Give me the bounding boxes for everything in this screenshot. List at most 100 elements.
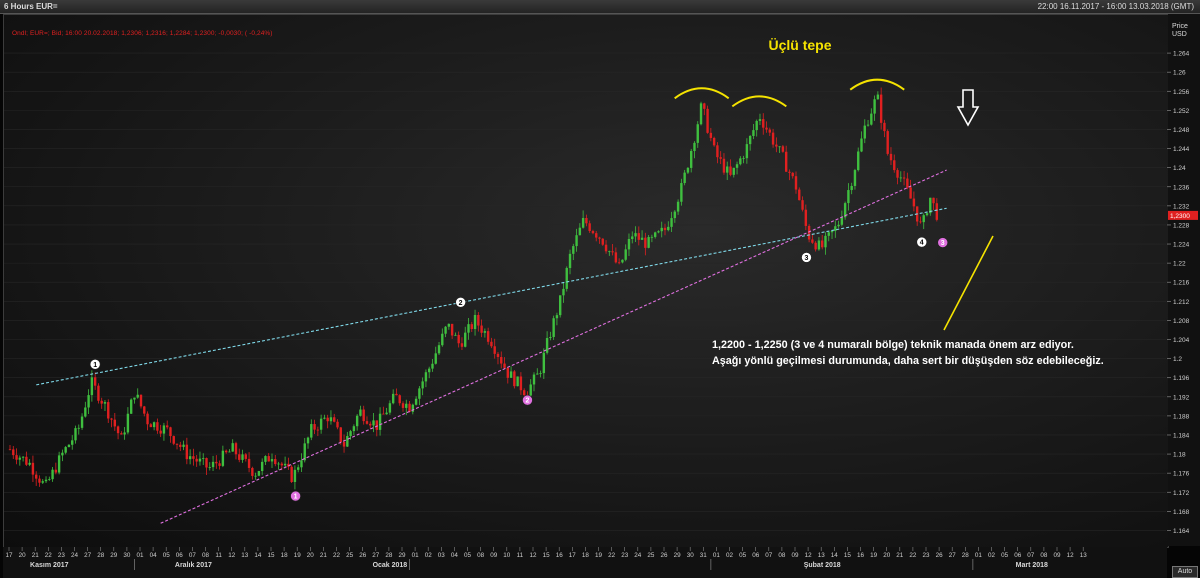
candle-down [762, 119, 765, 128]
x-tick-label: 28 [97, 552, 105, 559]
candle-up [870, 113, 873, 125]
candle-up [817, 240, 821, 250]
candle-down [100, 400, 103, 404]
candle-up [837, 224, 840, 227]
y-tick-label: 1.192 [1173, 394, 1190, 401]
y-tick-label: 1.22 [1173, 261, 1186, 268]
x-tick-label: 29 [398, 552, 406, 559]
pink-marker-label: 2 [525, 398, 529, 405]
candle-up [621, 259, 624, 263]
down-arrow-icon [956, 89, 980, 127]
candle-down [784, 151, 788, 172]
candle-up [431, 363, 434, 369]
candle-up [873, 99, 876, 114]
candle-down [781, 146, 785, 152]
candle-down [902, 177, 906, 179]
x-tick-label: 15 [267, 552, 275, 559]
candle-up [464, 332, 467, 347]
candle-down [788, 171, 791, 173]
candle-down [375, 420, 378, 430]
candle-up [680, 183, 683, 202]
candle-down [879, 94, 883, 123]
x-tick-label: 01 [713, 552, 721, 559]
candle-up [444, 326, 447, 334]
note-line-1: 1,2200 - 1,2250 (3 ve 4 numaralı bölge) … [712, 339, 1074, 351]
x-tick-label: 21 [32, 552, 40, 559]
candle-down [267, 456, 270, 462]
candle-down [807, 225, 811, 240]
candle-up [922, 215, 925, 223]
x-tick-label: 12 [529, 552, 537, 559]
candle-down [909, 187, 912, 199]
y-tick-label: 1.18 [1173, 452, 1186, 459]
candle-up [857, 151, 860, 171]
candle-up [21, 456, 25, 458]
candle-up [742, 158, 745, 159]
candle-down [522, 390, 526, 396]
candle-up [748, 135, 752, 145]
candle-up [270, 459, 274, 462]
candle-down [614, 252, 618, 263]
x-tick-label: 08 [477, 552, 485, 559]
candle-down [709, 132, 713, 138]
candle-down [771, 132, 775, 145]
candle-down [215, 461, 218, 464]
white-marker-label: 1 [93, 362, 97, 369]
y-tick-label: 1.188 [1173, 413, 1190, 420]
pink-marker-label: 1 [294, 494, 298, 501]
candle-down [192, 456, 195, 459]
y-tick-label: 1.248 [1173, 127, 1190, 134]
candle-up [418, 388, 421, 399]
candle-down [611, 251, 614, 253]
candle-up [48, 479, 51, 480]
x-tick-label: 24 [71, 552, 79, 559]
candle-up [388, 403, 392, 413]
auto-scale-button[interactable]: Auto [1172, 566, 1198, 578]
candle-down [883, 122, 886, 132]
candle-down [166, 425, 169, 428]
candle-up [391, 393, 395, 404]
month-label: Aralık 2017 [175, 562, 212, 569]
x-tick-label: 27 [949, 552, 957, 559]
candle-down [811, 239, 814, 243]
candle-up [44, 479, 48, 482]
candle-up [61, 452, 64, 456]
candle-up [283, 463, 287, 466]
candle-down [362, 409, 365, 422]
x-tick-label: 29 [674, 552, 682, 559]
peak-arc [731, 95, 787, 108]
x-tick-label: 08 [1040, 552, 1048, 559]
candle-down [12, 449, 15, 456]
x-tick-label: 15 [844, 552, 852, 559]
x-tick-label: 09 [490, 552, 498, 559]
candle-up [634, 233, 637, 237]
x-tick-label: 06 [176, 552, 184, 559]
candle-up [221, 450, 225, 466]
chart-window: 6 Hours EUR= 22:00 16.11.2017 - 16:00 13… [0, 0, 1200, 578]
candle-down [503, 363, 506, 368]
y-tick-label: 1.26 [1173, 70, 1186, 77]
white-marker-label: 4 [920, 240, 924, 247]
x-tick-label: 21 [320, 552, 328, 559]
candle-down [775, 144, 778, 147]
candle-up [565, 268, 568, 289]
x-tick-label: 02 [988, 552, 996, 559]
y-tick-label: 1.172 [1173, 490, 1190, 497]
candle-up [899, 177, 902, 179]
candle-down [519, 376, 523, 391]
x-tick-label: 23 [922, 552, 930, 559]
candle-down [595, 233, 598, 238]
y-tick-label: 1.212 [1173, 299, 1190, 306]
candle-up [686, 167, 690, 173]
candle-down [477, 314, 480, 326]
candle-down [493, 346, 496, 354]
candle-up [840, 217, 844, 225]
candle-up [198, 458, 202, 462]
candle-up [562, 288, 565, 296]
candle-up [355, 415, 359, 427]
candle-up [241, 454, 244, 460]
candle-down [604, 244, 608, 252]
candle-down [935, 203, 939, 220]
candle-down [93, 377, 97, 386]
note-line-2: Aşağı yönlü geçilmesi durumunda, daha se… [712, 355, 1104, 367]
